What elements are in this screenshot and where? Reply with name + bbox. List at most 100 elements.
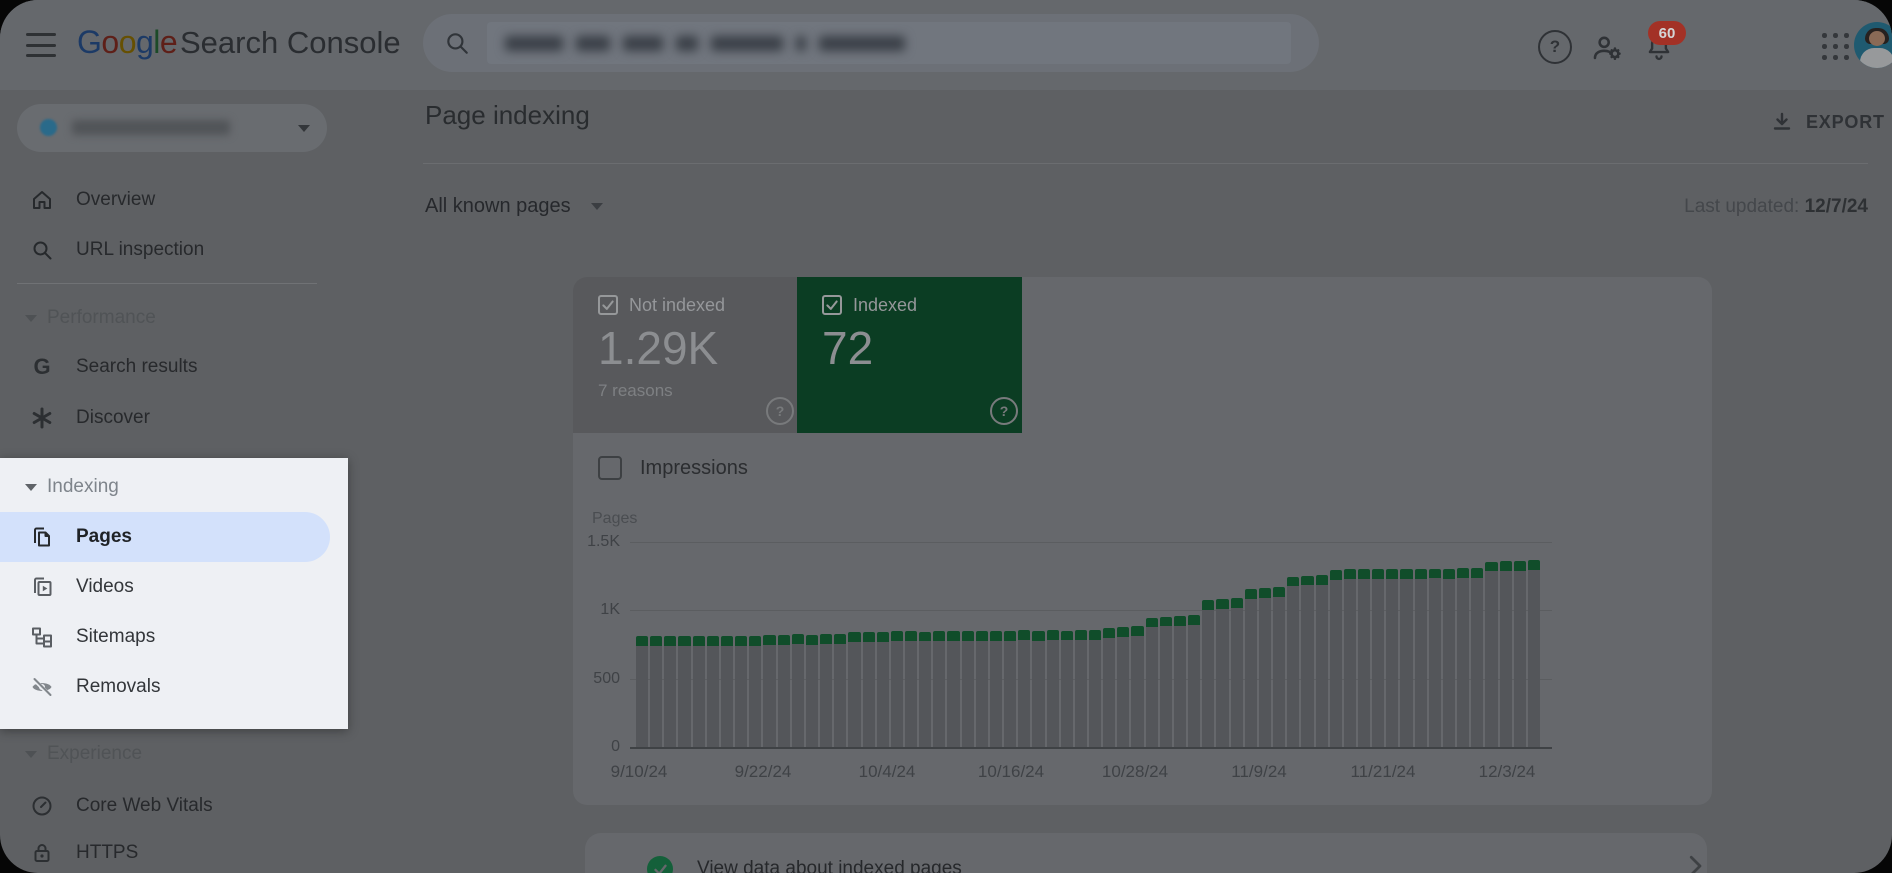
chart-bar[interactable] (1513, 560, 1526, 747)
chart-bar[interactable] (1103, 627, 1116, 747)
chart-bar[interactable] (1414, 568, 1427, 747)
sidebar-item-discover[interactable]: Discover (0, 393, 348, 443)
chart-bar[interactable] (1428, 568, 1441, 747)
chart-bar[interactable] (735, 635, 748, 747)
chart-gridline (630, 747, 1552, 749)
chart-bar[interactable] (1471, 568, 1484, 747)
chart-bar[interactable] (805, 634, 819, 747)
chart-bar[interactable] (1046, 630, 1059, 747)
chart-bar[interactable] (1089, 629, 1102, 747)
chart-bar[interactable] (1188, 615, 1201, 747)
chart-bar[interactable] (1372, 569, 1385, 747)
chart-bar[interactable] (1329, 569, 1342, 747)
help-icon[interactable]: ? (990, 397, 1018, 425)
chart-bar[interactable] (1202, 599, 1215, 747)
google-apps-grid-icon[interactable] (1822, 33, 1849, 60)
chart-bar[interactable] (706, 635, 719, 747)
chart-bar[interactable] (1074, 630, 1087, 747)
chart-bar[interactable] (636, 636, 649, 747)
help-icon[interactable]: ? (1538, 30, 1572, 64)
impressions-checkbox-row[interactable]: Impressions (598, 456, 748, 480)
menu-icon[interactable] (26, 33, 56, 57)
url-inspection-search-input[interactable] (423, 14, 1319, 72)
indexed-card[interactable]: Indexed 72 ? (797, 277, 1022, 433)
checkbox-unchecked-icon[interactable] (598, 456, 622, 480)
chart-bar[interactable] (1527, 560, 1540, 747)
chart-bar[interactable] (749, 635, 762, 747)
chart-bar[interactable] (848, 632, 861, 747)
chart-bar[interactable] (1018, 630, 1031, 747)
chart-bar[interactable] (820, 634, 833, 747)
chart-bar[interactable] (791, 634, 804, 747)
chart-bar[interactable] (904, 631, 918, 747)
chart-bar[interactable] (1117, 627, 1130, 747)
chart-bar[interactable] (650, 636, 663, 747)
chart-bar[interactable] (919, 631, 932, 747)
chart-bar[interactable] (1216, 598, 1229, 747)
chart-bar[interactable] (1230, 598, 1243, 747)
chart-bars[interactable] (636, 542, 1540, 747)
chart-bar[interactable] (1159, 616, 1172, 747)
chart-bar[interactable] (1032, 630, 1045, 747)
chart-bar[interactable] (989, 631, 1003, 747)
chart-bar[interactable] (961, 631, 974, 747)
chart-bar[interactable] (1301, 575, 1314, 747)
card-detail[interactable]: 7 reasons (598, 381, 673, 401)
chart-bar[interactable] (975, 630, 988, 747)
chart-bar[interactable] (720, 636, 734, 747)
chart-bar[interactable] (763, 634, 776, 747)
chart-bar[interactable] (1287, 576, 1300, 747)
sidebar-item-pages[interactable]: Pages (0, 512, 348, 562)
export-button[interactable]: EXPORT (1770, 110, 1885, 134)
chart-bar[interactable] (1258, 587, 1272, 747)
chart-bar[interactable] (1499, 561, 1512, 747)
sidebar-item-videos[interactable]: Videos (0, 562, 348, 612)
sidebar-item-search-results[interactable]: G Search results (0, 342, 348, 392)
chart-bar[interactable] (1173, 615, 1187, 747)
chart-bar[interactable] (1485, 561, 1498, 747)
chart-bar[interactable] (876, 631, 889, 747)
chart-bar[interactable] (862, 631, 875, 747)
chart-bar[interactable] (1343, 569, 1356, 747)
view-indexed-data-card[interactable]: View data about indexed pages (585, 833, 1707, 873)
chart-bar[interactable] (692, 636, 705, 747)
google-logo[interactable]: Google (77, 24, 178, 61)
sidebar-item-removals[interactable]: Removals (0, 662, 348, 712)
chart-bar[interactable] (834, 634, 847, 747)
sidebar-section-performance[interactable]: Performance (0, 296, 348, 340)
avatar[interactable] (1854, 22, 1892, 68)
chart-bar[interactable] (933, 631, 946, 747)
chart-bar[interactable] (1442, 568, 1456, 747)
notification-count-badge[interactable]: 60 (1648, 21, 1686, 45)
chart-bar[interactable] (1315, 574, 1328, 747)
chart-bar[interactable] (947, 630, 960, 747)
page-filter-dropdown[interactable]: All known pages (425, 195, 603, 218)
checkbox-checked-icon[interactable] (598, 295, 618, 315)
help-icon[interactable]: ? (766, 397, 794, 425)
chart-bar[interactable] (1004, 630, 1017, 747)
chart-bar[interactable] (678, 635, 691, 747)
property-selector[interactable] (17, 104, 327, 152)
chart-bar[interactable] (1457, 568, 1470, 747)
chart-bar[interactable] (1273, 587, 1286, 747)
chart-bar[interactable] (1131, 626, 1144, 747)
sidebar-section-experience[interactable]: Experience (0, 732, 348, 776)
checkbox-checked-icon[interactable] (822, 295, 842, 315)
chart-bar[interactable] (1060, 630, 1073, 747)
chart-bar[interactable] (890, 631, 903, 747)
chart-bar[interactable] (1244, 588, 1257, 747)
chart-bar[interactable] (664, 636, 677, 747)
chart-bar[interactable] (1386, 569, 1399, 747)
user-settings-icon[interactable] (1590, 31, 1624, 65)
chart-bar[interactable] (777, 634, 790, 747)
sidebar-item-overview[interactable]: Overview (0, 175, 348, 225)
chart-bar[interactable] (1357, 568, 1371, 747)
sidebar-item-url-inspection[interactable]: URL inspection (0, 225, 348, 275)
chart-bar[interactable] (1145, 617, 1158, 747)
chart-bar[interactable] (1400, 568, 1413, 747)
sidebar-section-indexing[interactable]: Indexing (0, 465, 348, 509)
sidebar-item-core-web-vitals[interactable]: Core Web Vitals (0, 781, 348, 831)
not-indexed-card[interactable]: Not indexed 1.29K 7 reasons ? (573, 277, 797, 433)
sidebar-item-https[interactable]: HTTPS (0, 828, 348, 873)
sidebar-item-sitemaps[interactable]: Sitemaps (0, 612, 348, 662)
